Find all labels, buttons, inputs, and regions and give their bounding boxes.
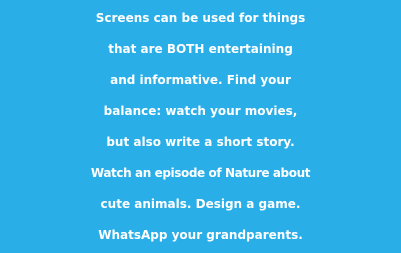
message-line-6: Watch an episode of Nature about — [90, 166, 311, 180]
message-line-2: that are BOTH entertaining — [108, 42, 293, 56]
message-line-1: Screens can be used for things — [95, 11, 306, 25]
message-line-4: balance: watch your movies, — [103, 104, 298, 118]
message-line-3: and informative. Find your — [110, 73, 291, 87]
message-line-8: WhatsApp your grandparents. — [98, 228, 303, 242]
message-line-5: but also write a short story. — [106, 135, 295, 149]
message-text: Screens can be used for things that are … — [0, 0, 401, 251]
message-line-7: cute animals. Design a game. — [100, 197, 301, 211]
info-card: Screens can be used for things that are … — [0, 0, 401, 253]
